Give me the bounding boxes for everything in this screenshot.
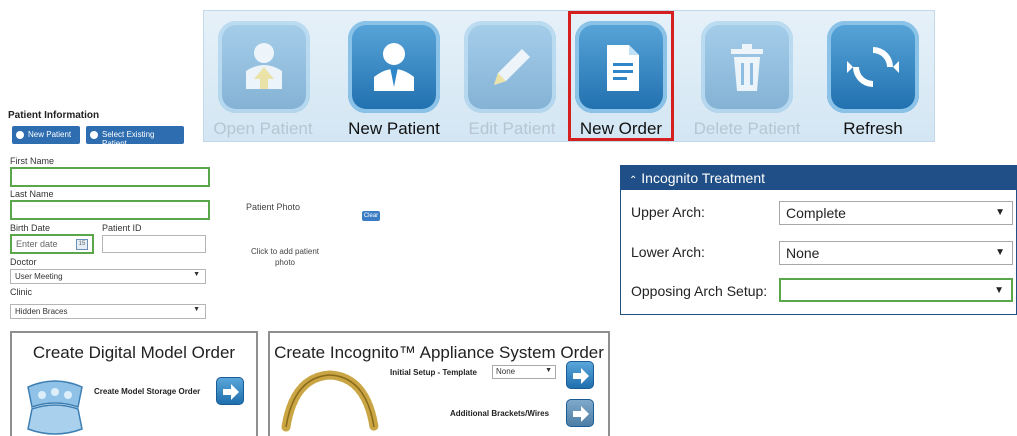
refresh-button[interactable]: Refresh bbox=[812, 11, 934, 141]
clinic-select[interactable]: Hidden Braces ▼ bbox=[10, 304, 206, 319]
upper-arch-select[interactable]: Complete ▼ bbox=[779, 201, 1013, 225]
patient-photo-label: Patient Photo bbox=[246, 202, 301, 212]
open-patient-label: Open Patient bbox=[213, 119, 313, 138]
clinic-label: Clinic bbox=[10, 287, 33, 297]
delete-patient-label: Delete Patient bbox=[693, 119, 801, 138]
dental-model-icon bbox=[27, 380, 83, 435]
new-patient-radio-label: New Patient bbox=[28, 130, 72, 139]
incognito-treatment-panel: ⌃ Incognito Treatment Upper Arch: Comple… bbox=[620, 165, 1017, 315]
main-toolbar: Open Patient New Patient Edit Patient Ne… bbox=[203, 10, 935, 142]
opposing-arch-label: Opposing Arch Setup: bbox=[631, 283, 768, 299]
doctor-label: Doctor bbox=[10, 257, 37, 267]
delete-patient-icon bbox=[701, 21, 793, 113]
patient-info-title: Patient Information bbox=[8, 110, 100, 121]
template-select[interactable]: None ▼ bbox=[492, 365, 556, 379]
additional-brackets-button[interactable] bbox=[566, 399, 594, 427]
arrow-right-icon bbox=[573, 406, 589, 422]
doctor-select[interactable]: User Meeting ▼ bbox=[10, 269, 206, 284]
initial-setup-label: Initial Setup - Template bbox=[390, 368, 477, 377]
create-model-storage-label: Create Model Storage Order bbox=[94, 387, 201, 396]
lower-arch-select[interactable]: None ▼ bbox=[779, 241, 1013, 265]
open-patient-icon bbox=[218, 21, 310, 113]
birth-date-field[interactable]: Enter date 15 bbox=[10, 234, 94, 254]
edit-patient-label: Edit Patient bbox=[468, 119, 556, 138]
chevron-down-icon: ▼ bbox=[545, 367, 552, 374]
last-name-label: Last Name bbox=[10, 189, 54, 199]
first-name-field[interactable] bbox=[10, 167, 210, 187]
digital-model-order-panel: Create Digital Model Order Create Model … bbox=[10, 331, 258, 436]
collapse-caret-icon: ⌃ bbox=[629, 175, 638, 186]
initial-setup-button[interactable] bbox=[566, 361, 594, 389]
opposing-arch-select[interactable]: ▼ bbox=[779, 278, 1013, 302]
new-order-highlight bbox=[568, 11, 674, 141]
last-name-field[interactable] bbox=[10, 200, 210, 220]
chevron-down-icon: ▼ bbox=[995, 207, 1005, 218]
patient-information-panel: Patient Information New Patient Select E… bbox=[8, 110, 218, 322]
birth-date-label: Birth Date bbox=[10, 223, 51, 233]
photo-clear-badge[interactable]: Clear bbox=[362, 211, 380, 221]
edit-patient-button[interactable]: Edit Patient bbox=[456, 11, 568, 141]
chevron-down-icon: ▼ bbox=[193, 306, 200, 313]
lower-arch-value: None bbox=[786, 245, 820, 261]
appliance-order-panel: Create Incognito™ Appliance System Order… bbox=[268, 331, 610, 436]
clinic-select-value: Hidden Braces bbox=[15, 307, 68, 316]
appliance-order-title: Create Incognito™ Appliance System Order bbox=[274, 343, 604, 362]
open-patient-button[interactable]: Open Patient bbox=[204, 11, 322, 141]
birth-date-placeholder: Enter date bbox=[16, 239, 58, 249]
template-select-value: None bbox=[496, 367, 516, 376]
lower-arch-label: Lower Arch: bbox=[631, 244, 705, 260]
add-patient-photo-link[interactable]: Click to add patient photo bbox=[240, 246, 330, 268]
upper-arch-value: Complete bbox=[786, 205, 846, 221]
delete-patient-button[interactable]: Delete Patient bbox=[682, 11, 812, 141]
doctor-select-value: User Meeting bbox=[15, 272, 63, 281]
arrow-right-icon bbox=[223, 384, 239, 400]
upper-arch-label: Upper Arch: bbox=[631, 204, 705, 220]
first-name-label: First Name bbox=[10, 156, 55, 166]
create-model-storage-button[interactable] bbox=[216, 377, 244, 405]
edit-patient-icon bbox=[464, 21, 556, 113]
new-patient-radio[interactable]: New Patient bbox=[12, 126, 80, 144]
arrow-right-icon bbox=[573, 368, 589, 384]
chevron-down-icon: ▼ bbox=[193, 271, 200, 278]
incognito-treatment-title: Incognito Treatment bbox=[641, 170, 766, 186]
chevron-down-icon: ▼ bbox=[994, 285, 1004, 296]
refresh-label: Refresh bbox=[843, 119, 903, 138]
chevron-down-icon: ▼ bbox=[995, 247, 1005, 258]
calendar-icon[interactable]: 15 bbox=[76, 239, 88, 250]
new-patient-icon bbox=[348, 21, 440, 113]
select-existing-radio-label: Select Existing Patient bbox=[102, 130, 155, 148]
patient-id-field[interactable] bbox=[102, 235, 206, 253]
select-existing-patient-radio[interactable]: Select Existing Patient bbox=[86, 126, 184, 148]
dental-arch-icon bbox=[281, 370, 379, 432]
incognito-treatment-header[interactable]: ⌃ Incognito Treatment bbox=[621, 166, 1016, 190]
patient-id-label: Patient ID bbox=[102, 223, 142, 233]
refresh-icon bbox=[827, 21, 919, 113]
new-patient-label: New Patient bbox=[348, 119, 440, 138]
additional-brackets-label: Additional Brackets/Wires bbox=[450, 409, 550, 418]
new-patient-button[interactable]: New Patient bbox=[334, 11, 454, 141]
digital-model-order-title: Create Digital Model Order bbox=[32, 343, 236, 362]
